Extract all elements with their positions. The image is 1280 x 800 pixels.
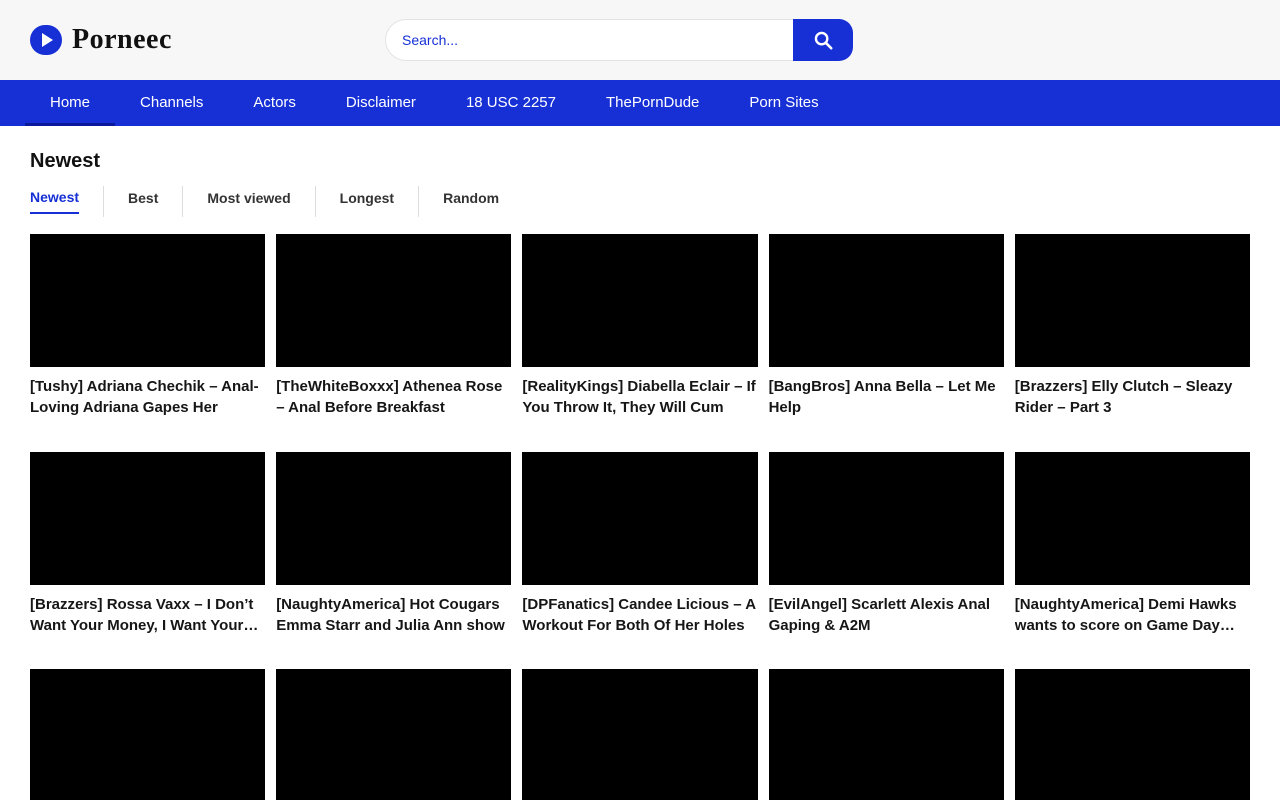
video-card[interactable] [276, 669, 511, 800]
video-card[interactable]: [NaughtyAmerica] Hot Cougars Emma Starr … [276, 452, 511, 637]
video-thumbnail[interactable] [276, 452, 511, 585]
video-card[interactable]: [BangBros] Anna Bella – Let Me Help [769, 234, 1004, 419]
tab-newest[interactable]: Newest [30, 185, 103, 218]
video-thumbnail[interactable] [30, 452, 265, 585]
video-thumbnail[interactable] [30, 234, 265, 367]
video-thumbnail[interactable] [1015, 669, 1250, 800]
sort-tabs: Newest Best Most viewed Longest Random [30, 185, 1250, 218]
video-thumbnail[interactable] [1015, 452, 1250, 585]
video-card[interactable] [30, 669, 265, 800]
play-logo-icon [30, 25, 62, 55]
video-thumbnail[interactable] [769, 669, 1004, 800]
video-grid: [Tushy] Adriana Chechik – Anal-Loving Ad… [30, 234, 1250, 800]
video-title[interactable]: [NaughtyAmerica] Demi Hawks wants to sco… [1015, 594, 1250, 637]
nav-item-porn-sites[interactable]: Porn Sites [724, 80, 843, 126]
video-thumbnail[interactable] [276, 234, 511, 367]
search-button[interactable] [793, 19, 853, 61]
video-card[interactable]: [Tushy] Adriana Chechik – Anal-Loving Ad… [30, 234, 265, 419]
nav-item-channels[interactable]: Channels [115, 80, 228, 126]
video-card[interactable] [1015, 669, 1250, 800]
tab-most-viewed[interactable]: Most viewed [182, 186, 314, 217]
brand-name: Porneec [72, 24, 172, 56]
site-logo[interactable]: Porneec [30, 24, 172, 56]
search-bar [385, 19, 853, 61]
video-card[interactable]: [EvilAngel] Scarlett Alexis Anal Gaping … [769, 452, 1004, 637]
video-title[interactable]: [EvilAngel] Scarlett Alexis Anal Gaping … [769, 594, 1004, 637]
video-title[interactable]: [RealityKings] Diabella Eclair – If You … [522, 376, 757, 419]
video-card[interactable]: [Brazzers] Rossa Vaxx – I Don’t Want You… [30, 452, 265, 637]
video-title[interactable]: [TheWhiteBoxxx] Athenea Rose – Anal Befo… [276, 376, 511, 419]
nav-item-disclaimer[interactable]: Disclaimer [321, 80, 441, 126]
nav-item-18-usc-2257[interactable]: 18 USC 2257 [441, 80, 581, 126]
video-thumbnail[interactable] [522, 452, 757, 585]
nav-item-actors[interactable]: Actors [228, 80, 321, 126]
search-icon [812, 29, 834, 51]
video-card[interactable]: [TheWhiteBoxxx] Athenea Rose – Anal Befo… [276, 234, 511, 419]
video-thumbnail[interactable] [276, 669, 511, 800]
video-title[interactable]: [Tushy] Adriana Chechik – Anal-Loving Ad… [30, 376, 265, 419]
video-thumbnail[interactable] [522, 669, 757, 800]
page-title: Newest [30, 150, 1250, 173]
search-input[interactable] [385, 19, 793, 61]
video-card[interactable]: [NaughtyAmerica] Demi Hawks wants to sco… [1015, 452, 1250, 637]
tab-best[interactable]: Best [103, 186, 182, 217]
video-thumbnail[interactable] [769, 452, 1004, 585]
video-title[interactable]: [Brazzers] Elly Clutch – Sleazy Rider – … [1015, 376, 1250, 419]
nav-item-home[interactable]: Home [25, 80, 115, 126]
video-card[interactable]: [DPFanatics] Candee Licious – A Workout … [522, 452, 757, 637]
nav-item-theporndude[interactable]: ThePornDude [581, 80, 724, 126]
header: Porneec [0, 0, 1280, 80]
video-thumbnail[interactable] [769, 234, 1004, 367]
video-card[interactable] [769, 669, 1004, 800]
video-card[interactable] [522, 669, 757, 800]
main-nav: Home Channels Actors Disclaimer 18 USC 2… [0, 80, 1280, 126]
tab-longest[interactable]: Longest [315, 186, 418, 217]
tab-random[interactable]: Random [418, 186, 523, 217]
video-card[interactable]: [Brazzers] Elly Clutch – Sleazy Rider – … [1015, 234, 1250, 419]
main-content: Newest Newest Best Most viewed Longest R… [0, 150, 1280, 800]
video-thumbnail[interactable] [30, 669, 265, 800]
video-title[interactable]: [DPFanatics] Candee Licious – A Workout … [522, 594, 757, 637]
video-title[interactable]: [BangBros] Anna Bella – Let Me Help [769, 376, 1004, 419]
video-thumbnail[interactable] [1015, 234, 1250, 367]
video-title[interactable]: [NaughtyAmerica] Hot Cougars Emma Starr … [276, 594, 511, 637]
video-thumbnail[interactable] [522, 234, 757, 367]
video-title[interactable]: [Brazzers] Rossa Vaxx – I Don’t Want You… [30, 594, 265, 637]
video-card[interactable]: [RealityKings] Diabella Eclair – If You … [522, 234, 757, 419]
